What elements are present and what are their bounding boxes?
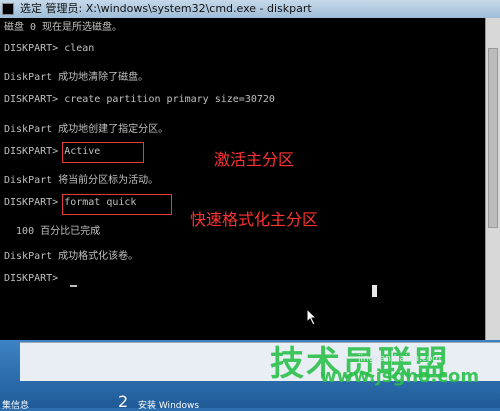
block-cursor (372, 285, 377, 297)
watermark-baidu: jingyan.baidu.com (358, 354, 442, 364)
setup-step-left: 集信息 (2, 401, 30, 411)
console-line: DiskPart 将当前分区标为活动。 (4, 175, 159, 186)
scrollbar[interactable] (485, 18, 500, 340)
console-output[interactable]: 磁盘 0 现在是所选磁盘。 DISKPART> clean DiskPart 成… (4, 18, 486, 340)
console-line: 100 百分比已完成 (4, 226, 101, 237)
watermark-url: www.jsgho.com (320, 366, 480, 387)
cmd-icon (2, 3, 14, 15)
annotation-active: 激活主分区 (214, 150, 295, 169)
console-line: DiskPart 成功地清除了磁盘。 (4, 72, 149, 83)
console-line: DISKPART> create partition primary size=… (4, 94, 275, 105)
console-line: DiskPart 成功格式化该卷。 (4, 251, 139, 262)
console-prompt: DISKPART> (4, 273, 65, 284)
scrollbar-thumb[interactable] (488, 48, 498, 228)
window-title: 选定 管理员: X:\windows\system32\cmd.exe - di… (20, 2, 312, 15)
title-bar[interactable]: 选定 管理员: X:\windows\system32\cmd.exe - di… (0, 0, 500, 18)
annotation-format: 快速格式化主分区 (190, 210, 319, 229)
highlight-box-active (62, 142, 144, 163)
cmd-window: 选定 管理员: X:\windows\system32\cmd.exe - di… (0, 0, 500, 340)
setup-step-number: 2 (118, 392, 129, 411)
mouse-pointer-icon (306, 308, 318, 326)
console-line: DiskPart 成功地创建了指定分区。 (4, 124, 169, 135)
console-line: DISKPART> clean (4, 43, 95, 54)
highlight-box-format (62, 194, 172, 215)
setup-step-label: 安装 Windows (138, 401, 200, 411)
console-line: 磁盘 0 现在是所选磁盘。 (4, 22, 123, 33)
text-cursor (70, 285, 77, 287)
